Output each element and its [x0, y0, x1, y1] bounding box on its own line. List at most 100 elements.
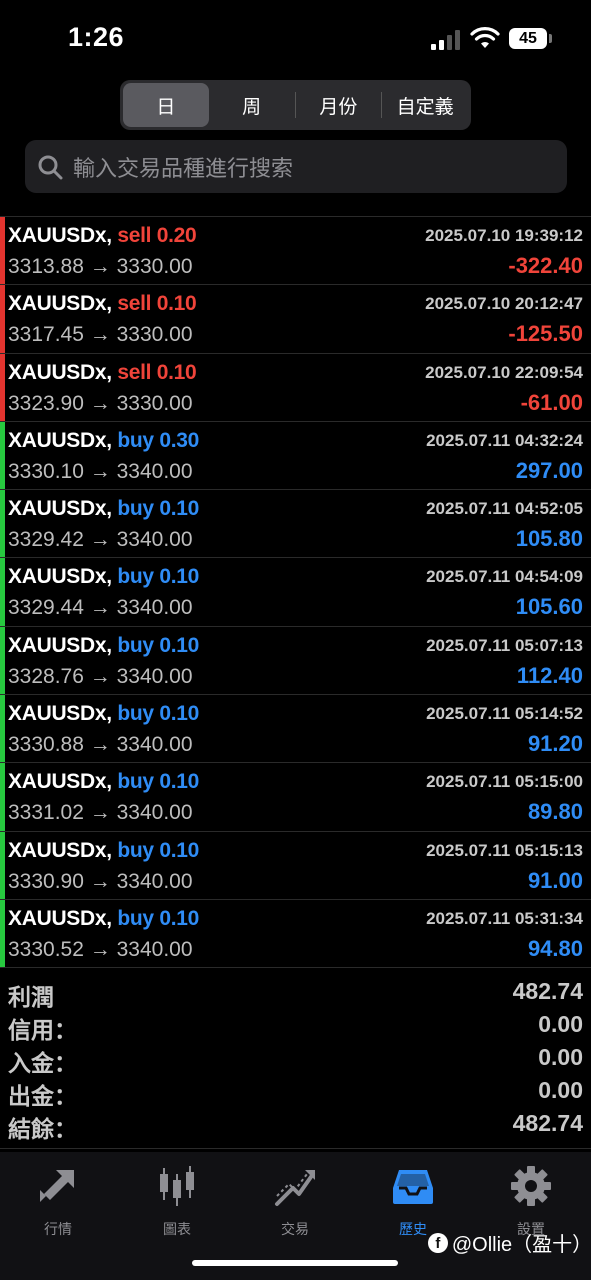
segment-custom[interactable]: 自定義 — [382, 83, 468, 127]
trade-time: 2025.07.11 04:52:05 — [426, 499, 583, 519]
trade-symbol: XAUUSDx, — [8, 360, 112, 384]
tab-trade[interactable]: 交易 — [255, 1160, 335, 1240]
trade-side: sell — [117, 292, 152, 316]
close-price: 3340.00 — [116, 937, 193, 961]
trade-row[interactable]: XAUUSDx, buy 0.10 2025.07.11 05:14:52 3330… — [0, 695, 591, 764]
trade-row[interactable]: XAUUSDx, buy 0.10 2025.07.11 05:15:00 3331… — [0, 763, 591, 832]
tab-chart[interactable]: 圖表 — [137, 1160, 217, 1240]
trade-row[interactable]: XAUUSDx, sell 0.20 2025.07.10 19:39:12 331… — [0, 217, 591, 286]
trade-row[interactable]: XAUUSDx, buy 0.10 2025.07.11 05:15:13 3330… — [0, 831, 591, 900]
trade-symbol-line: XAUUSDx, buy 0.10 — [8, 634, 199, 658]
trade-symbol: XAUUSDx, — [8, 702, 112, 726]
trade-profit: 89.80 — [527, 799, 583, 825]
trade-volume: 0.10 — [159, 497, 200, 521]
open-price: 3328.76 — [8, 664, 84, 688]
trade-symbol-line: XAUUSDx, buy 0.30 — [8, 429, 199, 453]
trade-symbol-line: XAUUSDx, sell 0.10 — [8, 292, 197, 316]
trade-prices: 3328.76 → 3340.00 — [8, 665, 193, 689]
open-price: 3330.52 — [8, 937, 84, 961]
trade-symbol: XAUUSDx, — [8, 497, 112, 521]
facebook-icon: f — [428, 1232, 448, 1253]
candlestick-chart-icon — [160, 1166, 194, 1206]
trade-prices: 3330.10 → 3340.00 — [8, 460, 193, 484]
side-indicator-bar — [0, 558, 5, 626]
open-price: 3330.10 — [8, 459, 84, 483]
open-price: 3317.45 — [8, 323, 84, 347]
trade-side: buy — [117, 770, 154, 794]
trade-time: 2025.07.11 05:07:13 — [426, 635, 583, 655]
segment-week[interactable]: 周 — [209, 83, 295, 127]
side-indicator-bar — [0, 353, 5, 421]
trade-trend-icon — [275, 1170, 315, 1206]
open-price: 3330.90 — [8, 869, 84, 893]
trade-symbol: XAUUSDx, — [8, 633, 112, 657]
cellular-signal-icon — [431, 30, 463, 50]
home-indicator[interactable] — [192, 1260, 398, 1266]
search-icon — [38, 155, 63, 179]
trade-profit: 105.80 — [515, 526, 583, 552]
trade-time: 2025.07.11 05:31:34 — [426, 908, 583, 928]
trade-volume: 0.10 — [159, 838, 200, 862]
trade-row[interactable]: XAUUSDx, buy 0.10 2025.07.11 05:31:34 3330… — [0, 899, 591, 969]
trade-side: sell — [117, 360, 152, 384]
wifi-icon — [470, 27, 500, 48]
symbol-search-input[interactable]: 輸入交易品種進行搜索 — [25, 140, 567, 193]
trade-profit: -125.50 — [508, 321, 583, 347]
tab-label: 交易 — [281, 1221, 309, 1237]
trade-symbol: XAUUSDx, — [8, 224, 112, 247]
quotes-arrows-icon — [40, 1170, 74, 1202]
close-price: 3340.00 — [116, 528, 193, 552]
trade-symbol-line: XAUUSDx, buy 0.10 — [8, 702, 199, 726]
trade-row[interactable]: XAUUSDx, buy 0.30 2025.07.11 04:32:24 3330… — [0, 421, 591, 491]
trade-profit: 105.60 — [515, 594, 583, 620]
close-price: 3340.00 — [116, 869, 193, 893]
segment-day[interactable]: 日 — [123, 83, 209, 127]
side-indicator-bar — [0, 421, 5, 490]
trade-prices: 3330.88 → 3340.00 — [8, 733, 193, 757]
summary-row: 信用： 0.00 — [0, 1009, 591, 1043]
trade-row[interactable]: XAUUSDx, buy 0.10 2025.07.11 04:54:09 3329… — [0, 558, 591, 627]
trade-side: buy — [117, 702, 154, 726]
side-indicator-bar — [0, 899, 5, 968]
trade-symbol: XAUUSDx, — [8, 292, 112, 316]
arrow-icon: → — [89, 801, 111, 825]
trade-row[interactable]: XAUUSDx, sell 0.10 2025.07.10 20:12:47 331… — [0, 285, 591, 354]
summary-value: 0.00 — [538, 1044, 583, 1070]
open-price: 3313.88 — [8, 255, 84, 278]
trade-symbol-line: XAUUSDx, buy 0.10 — [8, 907, 199, 931]
arrow-icon: → — [89, 255, 111, 278]
summary-row: 結餘： 482.74 — [0, 1108, 591, 1142]
trade-time: 2025.07.10 20:12:47 — [425, 294, 583, 314]
summary-label: 出金： — [8, 1083, 77, 1109]
tab-quotes[interactable]: 行情 — [18, 1160, 98, 1240]
summary-value: 0.00 — [538, 1011, 583, 1037]
settings-gear-icon — [511, 1166, 551, 1206]
segment-month[interactable]: 月份 — [296, 83, 382, 127]
trade-prices: 3329.42 → 3340.00 — [8, 528, 193, 552]
trade-symbol: XAUUSDx, — [8, 428, 112, 452]
arrow-icon: → — [89, 528, 111, 552]
tab-label: 圖表 — [163, 1221, 191, 1237]
trade-volume: 0.10 — [159, 702, 200, 726]
trade-row[interactable]: XAUUSDx, buy 0.10 2025.07.11 05:07:13 3328… — [0, 626, 591, 696]
trade-side: sell — [117, 224, 152, 247]
arrow-icon: → — [89, 664, 111, 688]
trade-row[interactable]: XAUUSDx, buy 0.10 2025.07.11 04:52:05 3329… — [0, 490, 591, 559]
summary-value: 482.74 — [512, 1110, 583, 1136]
trade-time: 2025.07.11 05:15:00 — [426, 772, 583, 792]
open-price: 3330.88 — [8, 733, 84, 757]
trade-prices: 3331.02 → 3340.00 — [8, 801, 193, 825]
trade-symbol: XAUUSDx, — [8, 770, 112, 794]
trade-volume: 0.10 — [156, 360, 197, 384]
trade-time: 2025.07.11 04:54:09 — [426, 567, 583, 587]
trade-prices: 3329.44 → 3340.00 — [8, 596, 193, 620]
trade-side: buy — [117, 838, 154, 862]
arrow-icon: → — [89, 391, 111, 415]
trade-prices: 3330.52 → 3340.00 — [8, 938, 193, 962]
summary-label: 入金： — [8, 1050, 77, 1076]
trade-row[interactable]: XAUUSDx, sell 0.10 2025.07.10 22:09:54 332… — [0, 353, 591, 422]
side-indicator-bar — [0, 831, 5, 899]
trade-profit: 91.20 — [527, 731, 583, 757]
history-inbox-icon — [393, 1170, 433, 1204]
trade-side: buy — [117, 633, 154, 657]
